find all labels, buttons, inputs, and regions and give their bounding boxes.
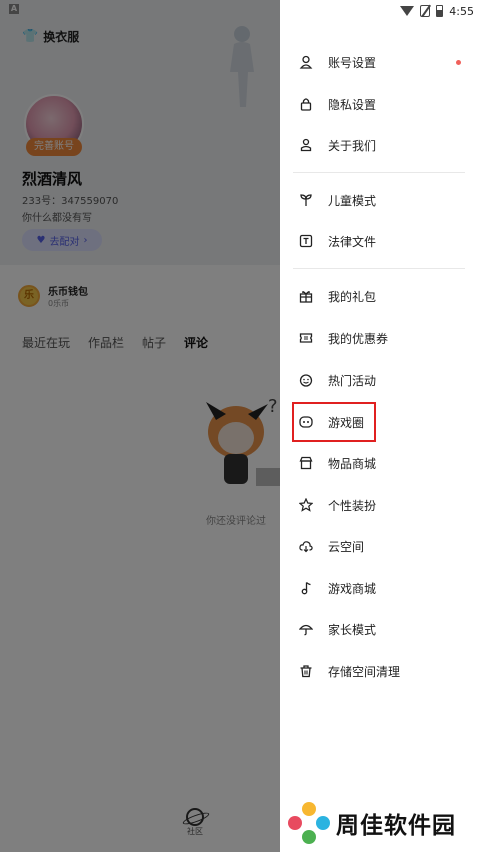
menu-label: 个性装扮 (328, 498, 377, 513)
menu-label: 关于我们 (328, 138, 377, 153)
cloud-icon (298, 538, 314, 554)
menu-my-gifts[interactable]: 我的礼包 (280, 281, 480, 311)
document-t-icon (298, 233, 314, 249)
highlight-box (292, 402, 376, 442)
menu-label: 热门活动 (328, 373, 377, 388)
menu-kids-mode[interactable]: 儿童模式 (280, 185, 480, 215)
no-sim-icon (420, 5, 431, 17)
gift-icon (298, 288, 314, 304)
watermark: 周佳软件园 (288, 802, 456, 844)
menu-label: 儿童模式 (328, 193, 377, 208)
menu-label: 法律文件 (328, 234, 377, 249)
menu-game-store[interactable]: 游戏商城 (280, 573, 480, 603)
umbrella-icon (298, 621, 314, 637)
menu-item-store[interactable]: 物品商城 (280, 448, 480, 478)
store-icon (298, 455, 314, 471)
menu-parent-mode[interactable]: 家长模式 (280, 614, 480, 644)
menu-label: 我的礼包 (328, 289, 377, 304)
coupon-icon (298, 330, 314, 346)
lock-icon (298, 96, 314, 112)
menu-account-settings[interactable]: 账号设置 (280, 47, 480, 77)
menu-divider (293, 172, 465, 173)
menu-label: 游戏商城 (328, 581, 377, 596)
user-icon (298, 54, 314, 70)
status-time: 4:55 (449, 4, 474, 18)
wifi-icon (400, 6, 415, 16)
menu-cloud-space[interactable]: 云空间 (280, 531, 480, 561)
menu-legal-documents[interactable]: 法律文件 (280, 226, 480, 256)
trash-icon (298, 663, 314, 679)
star-icon (298, 497, 314, 513)
menu-label: 我的优惠券 (328, 331, 389, 346)
status-bar: 4:55 (280, 0, 480, 22)
watermark-text: 周佳软件园 (336, 813, 456, 839)
battery-icon (436, 5, 444, 17)
menu-label: 账号设置 (328, 55, 377, 70)
menu-about-us[interactable]: 关于我们 (280, 130, 480, 160)
music-note-icon (298, 580, 314, 596)
menu-my-coupons[interactable]: 我的优惠券 (280, 323, 480, 353)
menu-privacy-settings[interactable]: 隐私设置 (280, 89, 480, 119)
notification-dot (456, 60, 461, 65)
smile-icon (298, 372, 314, 388)
watermark-logo-icon (288, 802, 330, 844)
menu-label: 家长模式 (328, 622, 377, 637)
side-drawer: 4:55 账号设置 隐私设置 关于我们 儿童模式 法律文件 我的礼包 我的优惠券… (280, 0, 480, 852)
menu-label: 云空间 (328, 539, 365, 554)
menu-personal-decor[interactable]: 个性装扮 (280, 490, 480, 520)
menu-divider (293, 268, 465, 269)
menu-label: 存储空间清理 (328, 664, 401, 679)
menu-label: 隐私设置 (328, 97, 377, 112)
about-icon (298, 137, 314, 153)
menu-storage-cleanup[interactable]: 存储空间清理 (280, 656, 480, 686)
sprout-icon (298, 192, 314, 208)
menu-hot-events[interactable]: 热门活动 (280, 365, 480, 395)
menu-label: 物品商城 (328, 456, 377, 471)
